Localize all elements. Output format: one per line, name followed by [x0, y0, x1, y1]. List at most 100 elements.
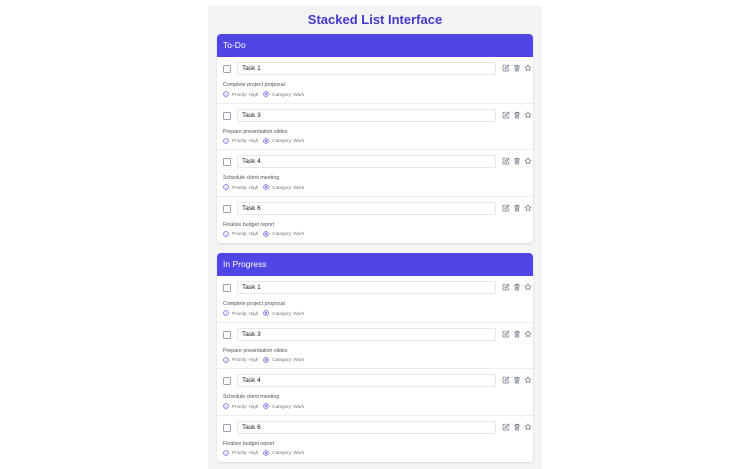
edit-icon[interactable]: [502, 157, 510, 165]
task-item: Complete project proposal Priority: High…: [217, 57, 533, 104]
task-priority: Priority: High: [232, 231, 259, 236]
task-name-input[interactable]: [237, 327, 496, 341]
task-checkbox[interactable]: [223, 377, 231, 385]
edit-icon[interactable]: [502, 204, 510, 212]
task-priority: Priority: High: [232, 91, 259, 97]
star-icon[interactable]: [524, 283, 532, 291]
info-icon: [223, 137, 229, 144]
star-icon[interactable]: [524, 329, 532, 338]
task-category: Category: Work: [272, 231, 305, 236]
task-meta: Priority: High Category: Work: [223, 310, 304, 316]
task-name-input[interactable]: [237, 281, 496, 294]
task-priority: Priority: High: [232, 310, 259, 316]
trash-icon[interactable]: [513, 157, 521, 165]
task-checkbox[interactable]: [223, 330, 231, 339]
edit-icon[interactable]: [502, 64, 510, 72]
task-meta: Priority: High Category: Work: [223, 184, 304, 190]
task-description: Schedule client meeting: [223, 175, 280, 181]
task-category: Category: Work: [272, 184, 305, 190]
star-icon[interactable]: [524, 422, 532, 431]
info-icon: [223, 230, 229, 237]
task-priority: Priority: High: [232, 138, 259, 143]
tag-icon: [263, 403, 270, 409]
tag-icon: [263, 230, 270, 237]
task-checkbox[interactable]: [223, 204, 231, 213]
task-item: Finalize budget report Priority: High Ca…: [217, 416, 533, 463]
task-checkbox[interactable]: [223, 158, 231, 166]
star-icon[interactable]: [524, 110, 532, 119]
task-item: Finalize budget report Priority: High Ca…: [217, 197, 533, 244]
edit-icon[interactable]: [502, 423, 510, 431]
star-icon[interactable]: [524, 157, 532, 165]
edit-icon[interactable]: [502, 376, 510, 384]
trash-icon[interactable]: [513, 64, 521, 72]
trash-icon[interactable]: [513, 376, 521, 384]
task-checkbox[interactable]: [223, 284, 231, 292]
task-priority: Priority: High: [232, 450, 259, 455]
task-category: Category: Work: [272, 450, 305, 455]
task-description: Prepare presentation slides: [223, 128, 288, 135]
star-icon[interactable]: [524, 203, 532, 212]
task-priority: Priority: High: [232, 403, 259, 409]
info-icon: [223, 91, 229, 97]
task-actions: [502, 110, 532, 119]
trash-icon[interactable]: [513, 111, 521, 119]
task-description: Schedule client meeting: [223, 394, 280, 400]
task-description: Complete project proposal: [223, 82, 285, 88]
task-meta: Priority: High Category: Work: [223, 137, 304, 144]
task-item: Prepare presentation slides Priority: Hi…: [217, 323, 533, 369]
star-icon[interactable]: [524, 64, 532, 72]
task-description: Prepare presentation slides: [223, 347, 288, 354]
trash-icon[interactable]: [513, 283, 521, 291]
star-icon[interactable]: [524, 376, 532, 384]
task-item: Schedule client meeting Priority: High C…: [217, 369, 533, 416]
task-item: Prepare presentation slides Priority: Hi…: [217, 104, 533, 150]
tag-icon: [263, 137, 270, 144]
tag-icon: [263, 184, 270, 190]
task-meta: Priority: High Category: Work: [223, 230, 305, 237]
task-actions: [502, 376, 532, 384]
task-category: Category: Work: [272, 91, 305, 97]
task-name-input[interactable]: [237, 155, 496, 168]
task-actions: [502, 64, 532, 72]
task-description: Finalize budget report: [223, 440, 275, 447]
trash-icon[interactable]: [513, 204, 521, 212]
info-icon: [223, 449, 229, 456]
trash-icon[interactable]: [513, 330, 521, 338]
task-description: Complete project proposal: [223, 301, 285, 307]
edit-icon[interactable]: [502, 330, 510, 338]
task-checkbox[interactable]: [223, 65, 231, 73]
tag-icon: [263, 91, 270, 97]
tag-icon: [263, 356, 270, 363]
edit-icon[interactable]: [502, 111, 510, 119]
tag-icon: [263, 449, 270, 456]
task-actions: [502, 203, 532, 212]
task-priority: Priority: High: [232, 357, 259, 362]
task-name-input[interactable]: [237, 108, 496, 122]
task-meta: Priority: High Category: Work: [223, 403, 304, 409]
task-name-input[interactable]: [237, 374, 496, 387]
task-category: Category: Work: [272, 357, 305, 362]
task-item: Schedule client meeting Priority: High C…: [217, 150, 533, 197]
trash-icon[interactable]: [513, 423, 521, 431]
section-in-progress: In Progress Complete project proposal Pr…: [217, 253, 533, 462]
task-meta: Priority: High Category: Work: [223, 91, 304, 97]
task-category: Category: Work: [272, 310, 305, 316]
task-name-input[interactable]: [237, 420, 496, 434]
task-priority: Priority: High: [232, 184, 259, 190]
task-checkbox[interactable]: [223, 423, 231, 432]
task-actions: [502, 283, 532, 291]
task-actions: [502, 422, 532, 431]
task-name-input[interactable]: [237, 62, 496, 75]
task-meta: Priority: High Category: Work: [223, 356, 305, 363]
info-icon: [223, 403, 229, 409]
tag-icon: [263, 310, 270, 316]
task-name-input[interactable]: [237, 201, 496, 215]
task-actions: [502, 157, 532, 165]
board-panel: Stacked List Interface To-Do Complete pr…: [208, 6, 542, 469]
task-description: Finalize budget report: [223, 221, 275, 228]
info-icon: [223, 310, 229, 316]
section-todo: To-Do Complete project proposal Priority…: [217, 34, 533, 243]
edit-icon[interactable]: [502, 283, 510, 291]
task-checkbox[interactable]: [223, 111, 231, 120]
